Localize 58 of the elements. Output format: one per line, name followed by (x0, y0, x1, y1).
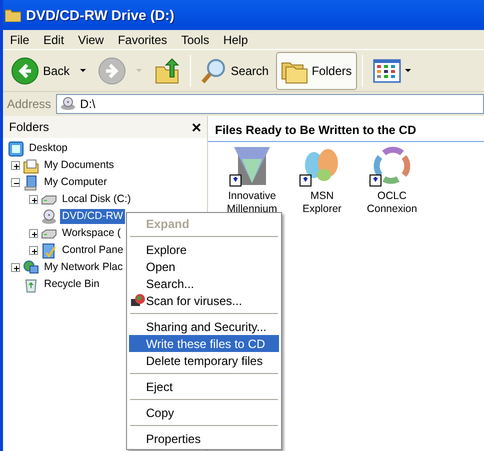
address-field[interactable]: D:\ (56, 94, 484, 114)
tree-item[interactable]: Recycle Bin (42, 276, 102, 292)
computer-icon (23, 174, 39, 190)
control-panel-icon (41, 242, 57, 258)
menu-item[interactable]: Eject (129, 378, 279, 395)
tree-item[interactable]: My Network Plac (42, 260, 125, 276)
close-icon[interactable] (192, 122, 201, 132)
tree-item[interactable]: Desktop (27, 140, 70, 156)
file-name[interactable]: OCLC Connexion (360, 190, 424, 216)
menu-item[interactable]: Scan for viruses... (129, 292, 279, 309)
collapse-icon[interactable] (11, 178, 20, 187)
expand-icon[interactable] (11, 161, 20, 170)
menu-item[interactable]: Copy (129, 404, 279, 421)
expand-icon[interactable] (29, 246, 38, 255)
tree-item[interactable]: Workspace ( (60, 226, 123, 242)
folder-up-icon (154, 56, 180, 84)
caret-icon (136, 69, 142, 72)
virus-scan-icon (130, 293, 145, 307)
menu-item[interactable]: View (71, 30, 111, 48)
tree-item[interactable]: Local Disk (C:) (60, 192, 133, 208)
recycle-bin-icon (23, 276, 39, 292)
magnifier-icon (200, 58, 227, 84)
folders-button[interactable]: Folders (276, 52, 357, 90)
cd-drive-icon (60, 97, 76, 111)
documents-folder-icon (23, 158, 39, 174)
back-button[interactable]: Back (6, 52, 91, 90)
file-name[interactable]: MSN Explorer (290, 190, 354, 216)
menu-item[interactable]: Favorites (110, 30, 174, 48)
menu-item[interactable]: Help (216, 30, 255, 48)
cd-drive-icon (41, 208, 57, 224)
menu-item[interactable]: Sharing and Security... (129, 318, 279, 335)
folder-icon (5, 8, 21, 22)
tree-item[interactable]: My Computer (42, 174, 110, 190)
menu-item[interactable]: Properties (129, 430, 279, 447)
menu-item[interactable]: Open (129, 258, 279, 275)
menu-item[interactable]: File (3, 30, 36, 48)
expand-icon[interactable] (29, 195, 38, 204)
caret-icon (80, 69, 86, 72)
menu-item[interactable]: Explore (129, 241, 279, 258)
menu-item[interactable]: Search... (129, 275, 279, 292)
menu-item[interactable]: Edit (36, 30, 72, 48)
expand-icon[interactable] (29, 229, 38, 238)
window-title: DVD/CD-RW Drive (D:) (26, 6, 174, 25)
expand-icon[interactable] (11, 263, 20, 272)
caret-icon (404, 69, 411, 72)
tree-item[interactable]: Control Pane (60, 242, 126, 258)
menu-item[interactable]: Tools (174, 30, 216, 48)
views-icon (372, 58, 401, 82)
network-icon (23, 260, 39, 276)
address-label: Address (7, 96, 52, 113)
tree-item[interactable]: DVD/CD-RW (60, 208, 126, 224)
desktop-icon (8, 140, 24, 156)
menu-item[interactable]: Write these files to CD (129, 335, 279, 352)
file-name[interactable]: Innovative Millennium (220, 190, 284, 216)
menu-item[interactable]: Delete temporary files (129, 352, 279, 369)
search-button[interactable]: Search (196, 52, 274, 90)
tree-item[interactable]: My Documents (42, 158, 116, 174)
pane-title: Folders (9, 119, 50, 136)
